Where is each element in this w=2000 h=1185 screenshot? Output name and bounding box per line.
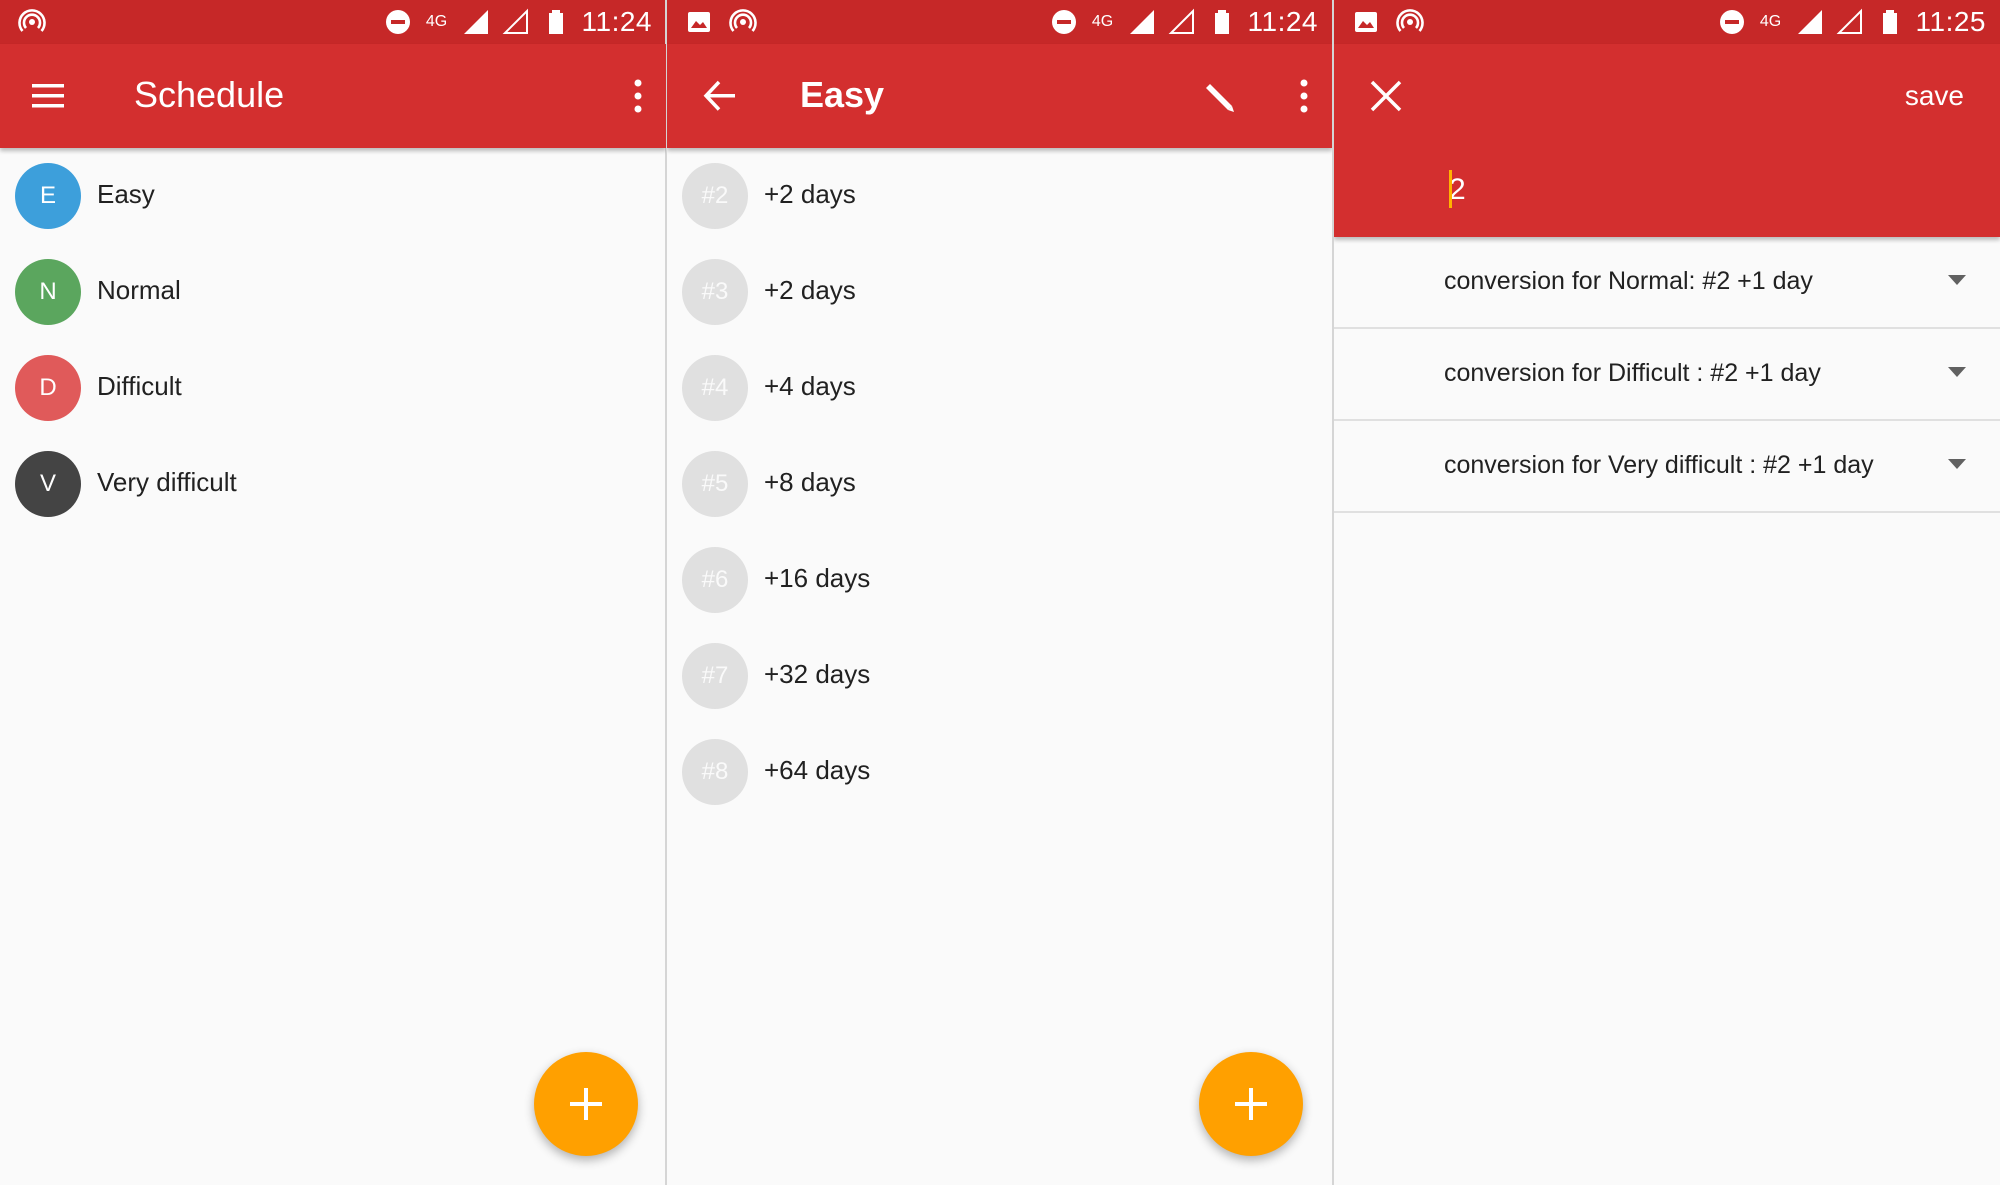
image-icon: [1352, 8, 1380, 36]
interval-item[interactable]: #4 +4 days: [667, 340, 1332, 436]
interval-item[interactable]: #6 +16 days: [667, 532, 1332, 628]
save-button[interactable]: save: [1905, 80, 1964, 112]
battery-icon: [1876, 8, 1904, 36]
interval-item[interactable]: #3 +2 days: [667, 244, 1332, 340]
arrow-back-icon[interactable]: [699, 74, 743, 118]
conversion-dropdown-normal[interactable]: conversion for Normal: #2 +1 day: [1334, 237, 2000, 329]
interval-item[interactable]: #5 +8 days: [667, 436, 1332, 532]
avatar: N: [15, 259, 81, 325]
conversion-dropdown-very-difficult[interactable]: conversion for Very difficult : #2 +1 da…: [1334, 421, 2000, 513]
interval-item[interactable]: #2 +2 days: [667, 148, 1332, 244]
interval-list: #2 +2 days #3 +2 days #4 +4 days #5 +8 d…: [667, 148, 1332, 820]
schedule-item-normal[interactable]: N Normal: [0, 244, 666, 340]
network-type: 4G: [425, 13, 448, 30]
interval-label: +16 days: [764, 563, 871, 593]
step-number: #4: [682, 355, 748, 421]
conversion-list: conversion for Normal: #2 +1 day convers…: [1334, 237, 2000, 513]
interval-number-input[interactable]: [1449, 168, 1849, 212]
interval-label: +32 days: [764, 659, 871, 689]
status-bar: 4G 11:24: [0, 0, 666, 44]
plus-icon: [570, 1088, 602, 1120]
dropdown-arrow-icon: [1948, 367, 1966, 377]
conversion-label: conversion for Difficult : #2 +1 day: [1444, 359, 1821, 387]
conversion-label: conversion for Normal: #2 +1 day: [1444, 267, 1813, 295]
step-number: #8: [682, 739, 748, 805]
avatar: D: [15, 355, 81, 421]
schedule-screen: 4G 11:24 Schedule E Easy N Normal D Diff…: [0, 0, 666, 1185]
step-number: #2: [682, 163, 748, 229]
interval-label: +64 days: [764, 755, 871, 785]
status-bar: 4G 11:25: [1334, 0, 2000, 44]
interval-label: +4 days: [764, 371, 856, 401]
text-cursor: [1449, 170, 1452, 208]
step-number: #7: [682, 643, 748, 709]
close-icon[interactable]: [1368, 78, 1404, 114]
battery-icon: [1208, 8, 1236, 36]
hotspot-icon: [18, 8, 46, 36]
interval-item[interactable]: #7 +32 days: [667, 628, 1332, 724]
network-type: 4G: [1091, 13, 1114, 30]
do-not-disturb-icon: [384, 8, 412, 36]
conversion-dropdown-difficult[interactable]: conversion for Difficult : #2 +1 day: [1334, 329, 2000, 421]
image-icon: [685, 8, 713, 36]
schedule-item-label: Difficult: [97, 371, 182, 401]
hotspot-icon: [1396, 8, 1424, 36]
edit-header: save: [1334, 44, 2000, 237]
signal-full-icon: [1796, 8, 1824, 36]
hotspot-icon: [729, 8, 757, 36]
schedule-detail-screen: 4G 11:24 Easy #2 +2 days #3 +2 days #4 +…: [667, 0, 1332, 1185]
battery-icon: [542, 8, 570, 36]
app-bar: Easy: [667, 44, 1332, 148]
signal-full-icon: [462, 8, 490, 36]
do-not-disturb-icon: [1718, 8, 1746, 36]
clock: 11:25: [1915, 6, 1986, 37]
signal-empty-icon: [1836, 8, 1864, 36]
status-bar: 4G 11:24: [667, 0, 1332, 44]
step-number: #5: [682, 451, 748, 517]
plus-icon: [1235, 1088, 1267, 1120]
interval-label: +8 days: [764, 467, 856, 497]
schedule-item-label: Normal: [97, 275, 181, 305]
schedule-item-label: Very difficult: [97, 467, 237, 497]
dropdown-arrow-icon: [1948, 275, 1966, 285]
signal-full-icon: [1128, 8, 1156, 36]
dropdown-arrow-icon: [1948, 459, 1966, 469]
schedule-item-difficult[interactable]: D Difficult: [0, 340, 666, 436]
pencil-icon[interactable]: [1200, 78, 1236, 114]
avatar: V: [15, 451, 81, 517]
network-type: 4G: [1759, 13, 1782, 30]
step-number: #3: [682, 259, 748, 325]
more-vert-icon[interactable]: [1298, 78, 1310, 114]
signal-empty-icon: [1168, 8, 1196, 36]
clock: 11:24: [1247, 6, 1318, 37]
add-interval-button[interactable]: [1199, 1052, 1303, 1156]
schedule-list: E Easy N Normal D Difficult V Very diffi…: [0, 148, 666, 532]
interval-label: +2 days: [764, 179, 856, 209]
menu-icon[interactable]: [28, 74, 72, 118]
page-title: Schedule: [134, 74, 285, 115]
interval-label: +2 days: [764, 275, 856, 305]
page-title: Easy: [800, 74, 885, 115]
conversion-label: conversion for Very difficult : #2 +1 da…: [1444, 451, 1874, 479]
do-not-disturb-icon: [1050, 8, 1078, 36]
add-schedule-button[interactable]: [534, 1052, 638, 1156]
step-number: #6: [682, 547, 748, 613]
edit-interval-screen: 4G 11:25 save conversion for Normal: #2 …: [1334, 0, 2000, 1185]
app-bar: Schedule: [0, 44, 666, 148]
schedule-item-easy[interactable]: E Easy: [0, 148, 666, 244]
schedule-item-label: Easy: [97, 179, 155, 209]
more-vert-icon[interactable]: [632, 78, 644, 114]
avatar: E: [15, 163, 81, 229]
schedule-item-very-difficult[interactable]: V Very difficult: [0, 436, 666, 532]
interval-item[interactable]: #8 +64 days: [667, 724, 1332, 820]
signal-empty-icon: [502, 8, 530, 36]
clock: 11:24: [581, 6, 652, 37]
